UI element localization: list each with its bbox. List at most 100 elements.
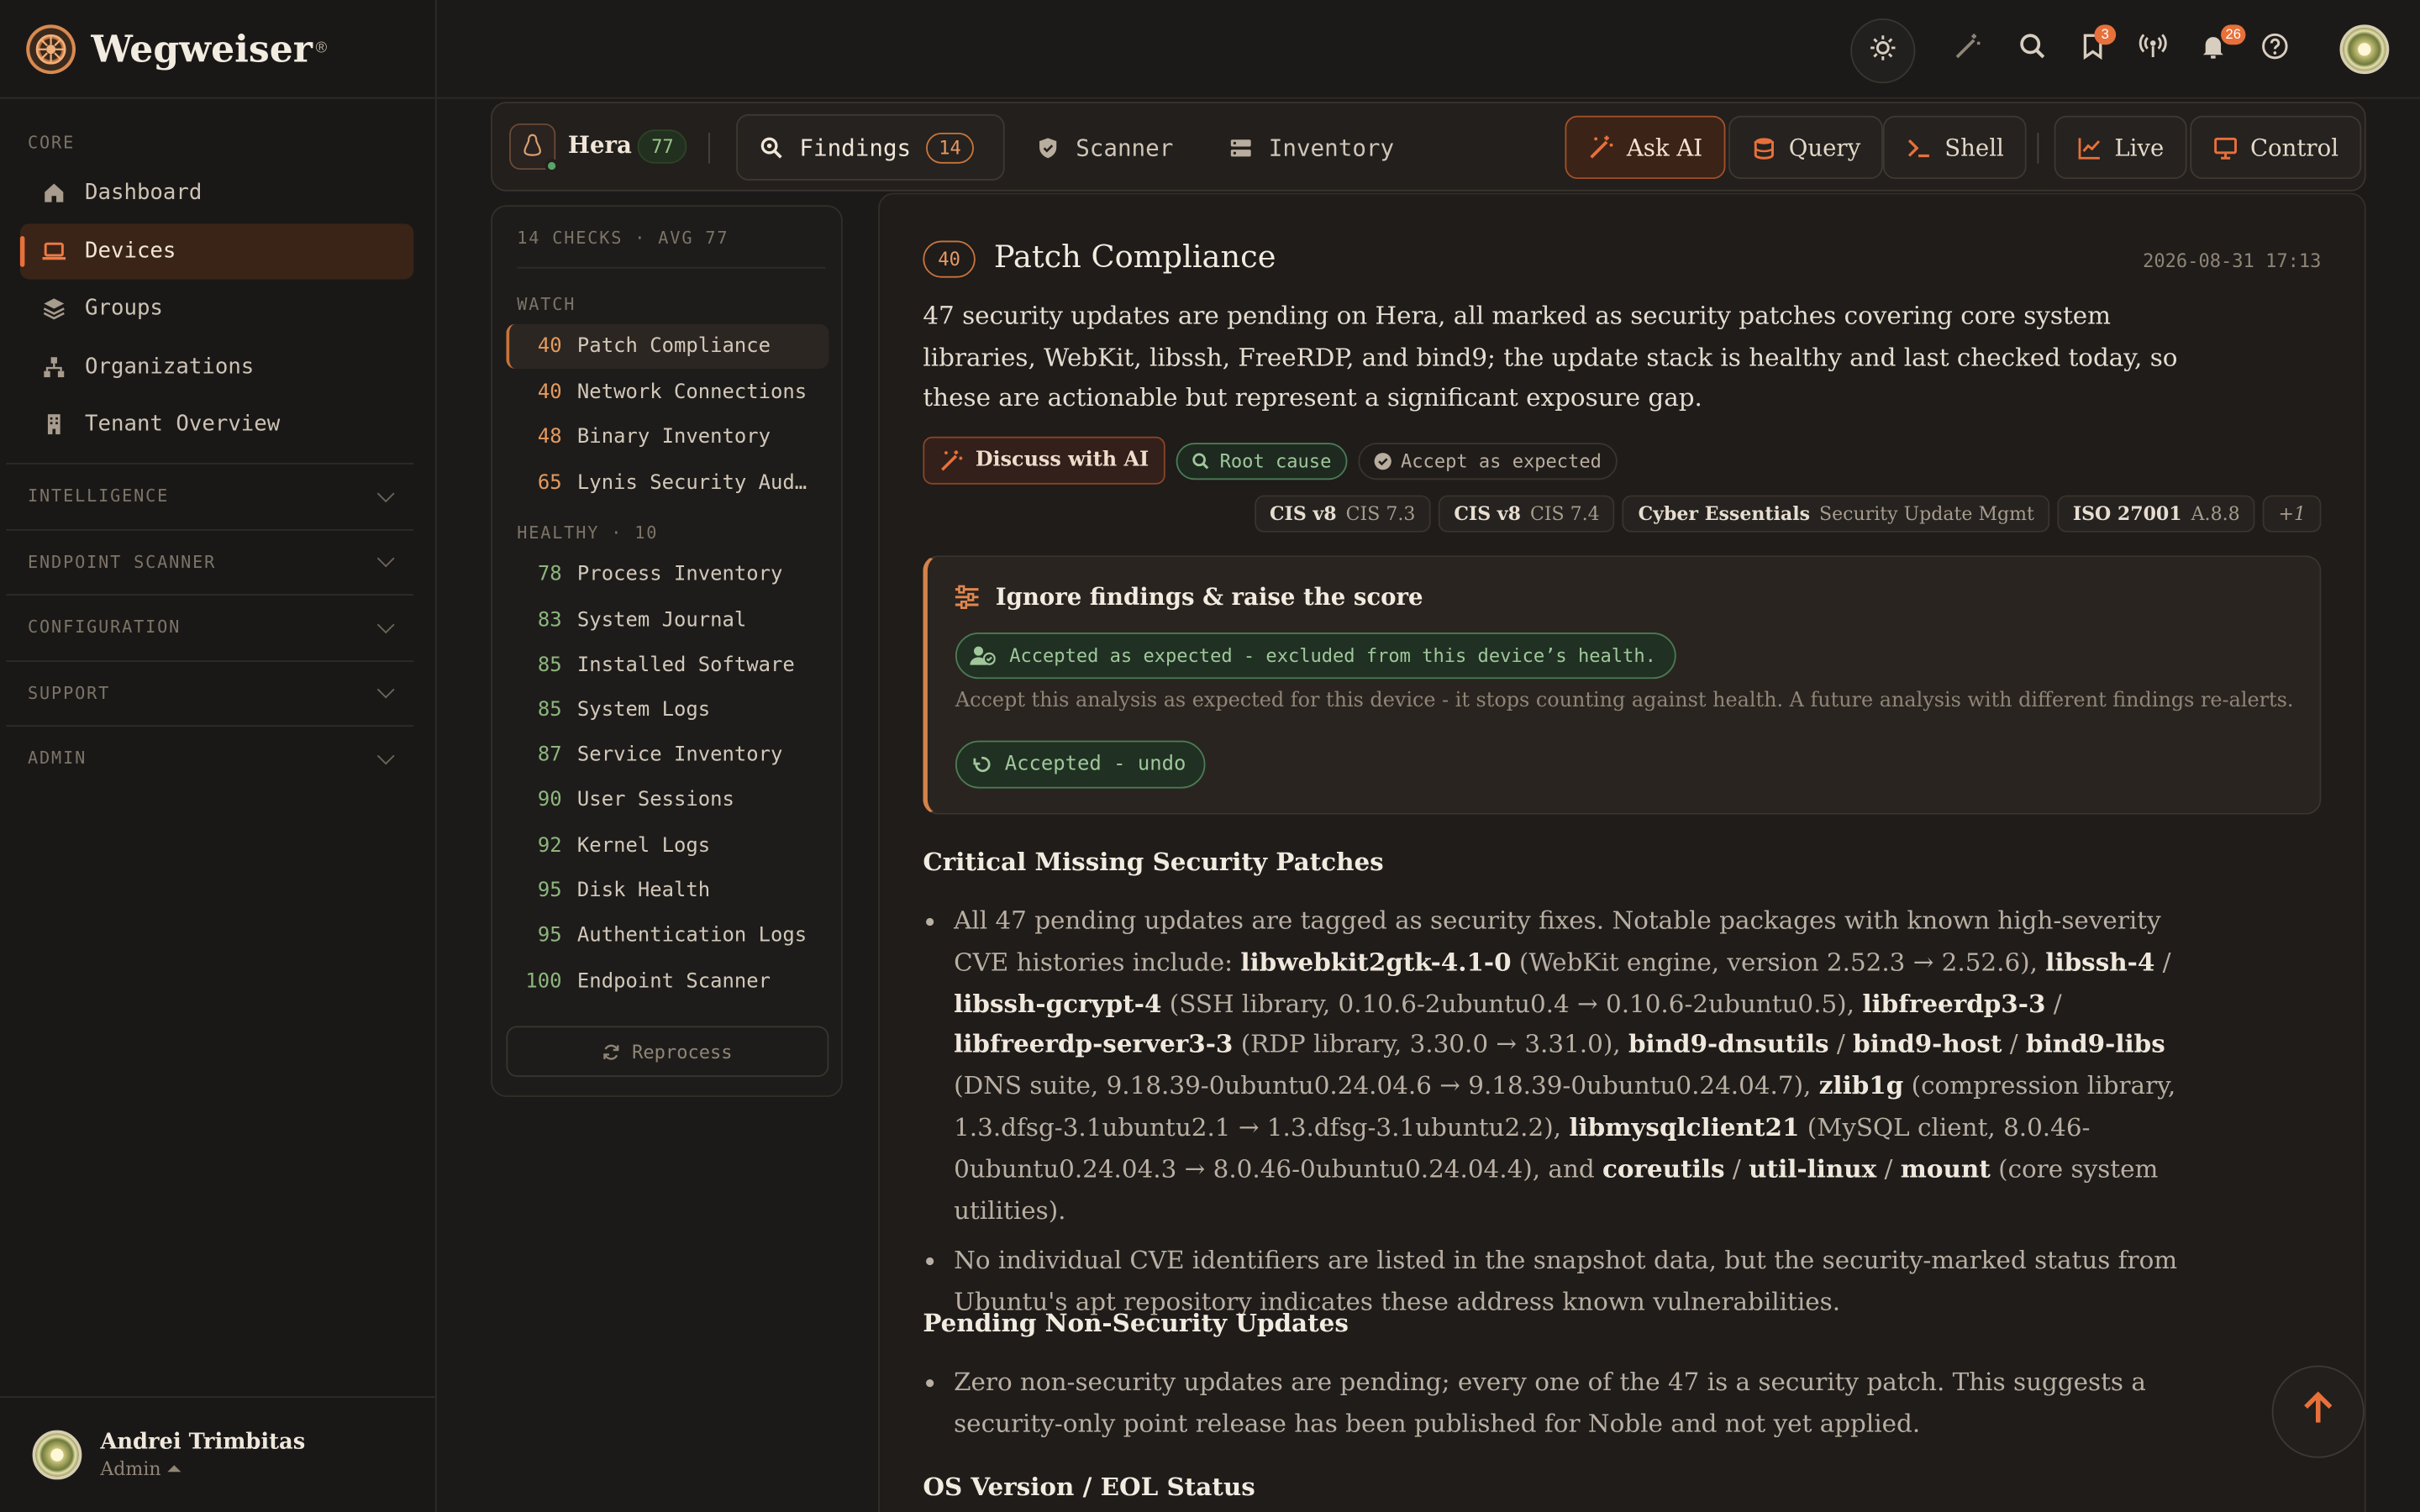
check-score: 40	[537, 334, 562, 359]
check-item-binary-inventory[interactable]: 48 Binary Inventory	[506, 415, 829, 459]
finding-summary: 47 security updates are pending on Hera,…	[923, 301, 2178, 412]
tag-control: +1	[2278, 502, 2307, 525]
check-score: 85	[537, 699, 562, 722]
reprocess-button[interactable]: Reprocess	[506, 1026, 829, 1078]
check-score: 100	[525, 969, 562, 993]
section-heading-critical: Critical Missing Security Patches	[923, 847, 1384, 877]
tab-scanner[interactable]: Scanner	[1014, 114, 1195, 181]
more-tags-button[interactable]: +1	[2263, 495, 2322, 533]
check-item-authentication-logs[interactable]: 95 Authentication Logs	[506, 913, 829, 958]
monitor-icon	[2213, 135, 2238, 160]
package-name: util-linux	[1749, 1153, 1877, 1184]
live-button[interactable]: Live	[2054, 115, 2187, 180]
check-item-patch-compliance[interactable]: 40 Patch Compliance	[506, 323, 829, 369]
tag-control: CIS 7.3	[1345, 502, 1416, 525]
nav-list: Dashboard Devices Groups Organizations T…	[19, 165, 414, 454]
chevron-down-icon	[376, 616, 395, 633]
check-item-system-journal[interactable]: 83 System Journal	[506, 598, 829, 643]
check-item-lynis-audit[interactable]: 65 Lynis Security Aud…	[506, 460, 829, 505]
brand[interactable]: Wegweiser ®	[0, 0, 435, 99]
check-item-user-sessions[interactable]: 90 User Sessions	[506, 778, 829, 822]
tag-control: Security Update Mgmt	[1819, 502, 2034, 525]
compliance-tag[interactable]: CIS v8 CIS 7.4	[1438, 495, 1616, 533]
section-intelligence[interactable]: INTELLIGENCE	[6, 463, 414, 528]
sidebar-item-label: Devices	[85, 238, 176, 264]
checks-summary: 14 CHECKS · AVG 77	[517, 228, 729, 249]
undo-accept-button[interactable]: Accepted - undo	[955, 740, 1207, 789]
watch-group-label: WATCH	[517, 294, 576, 315]
accept-as-expected-button[interactable]: Accept as expected	[1357, 442, 1618, 480]
user-menu[interactable]: Andrei Trimbitas Admin ⏶	[0, 1396, 435, 1512]
device-health-score: 77	[637, 129, 688, 164]
finding-detail-panel: 40 Patch Compliance 2026-08-31 17:13 47 …	[878, 192, 2366, 1512]
sidebar-item-label: Dashboard	[85, 180, 203, 206]
ask-ai-button[interactable]: Ask AI	[1565, 115, 1726, 180]
sidebar-item-tenant-overview[interactable]: Tenant Overview	[20, 396, 413, 452]
help-button[interactable]	[2252, 26, 2298, 72]
check-item-disk-health[interactable]: 95 Disk Health	[506, 869, 829, 913]
check-item-kernel-logs[interactable]: 92 Kernel Logs	[506, 823, 829, 868]
check-item-installed-software[interactable]: 85 Installed Software	[506, 643, 829, 688]
compliance-tag[interactable]: CIS v8 CIS 7.3	[1254, 495, 1431, 533]
user-name: Andrei Trimbitas	[100, 1429, 306, 1455]
bullet-text: /	[1828, 1029, 1854, 1059]
broadcast-icon	[2138, 30, 2169, 69]
sidebar-item-groups[interactable]: Groups	[20, 281, 413, 336]
ignore-findings-box: Ignore findings & raise the score Accept…	[923, 555, 2322, 815]
compliance-tag[interactable]: ISO 27001 A.8.8	[2057, 495, 2256, 533]
action-label: Control	[2249, 133, 2339, 161]
device-os-badge[interactable]	[509, 123, 559, 173]
broadcast-button[interactable]	[2130, 26, 2176, 72]
accepted-status-pill: Accepted as expected - excluded from thi…	[955, 633, 1676, 680]
check-name: Lynis Security Aud…	[576, 471, 808, 495]
laptop-icon	[42, 239, 66, 263]
package-name: libssh-gcrypt-4	[954, 988, 1162, 1018]
search-button[interactable]	[2009, 26, 2055, 72]
section-endpoint-scanner[interactable]: ENDPOINT SCANNER	[6, 528, 414, 594]
user-avatar-button[interactable]	[2339, 24, 2390, 75]
tab-findings[interactable]: Findings 14	[736, 113, 1005, 181]
theme-toggle-button[interactable]	[1850, 18, 1916, 84]
notifications-button[interactable]: 26	[2190, 24, 2246, 72]
tab-inventory[interactable]: Inventory	[1207, 114, 1415, 181]
package-name: libfreerdp3-3	[1862, 988, 2046, 1018]
check-item-system-logs[interactable]: 85 System Logs	[506, 688, 829, 732]
check-item-service-inventory[interactable]: 87 Service Inventory	[506, 732, 829, 777]
tag-standard: CIS v8	[1270, 502, 1337, 525]
action-label: Query	[1788, 133, 1861, 161]
sidebar-item-devices[interactable]: Devices	[19, 223, 414, 279]
shell-button[interactable]: Shell	[1882, 115, 2028, 180]
discuss-with-ai-button[interactable]: Discuss with AI	[923, 436, 1166, 485]
query-button[interactable]: Query	[1728, 115, 1884, 180]
compliance-tag[interactable]: Cyber Essentials Security Update Mgmt	[1623, 495, 2050, 533]
sidebar-item-dashboard[interactable]: Dashboard	[20, 165, 413, 221]
chevron-down-icon	[376, 681, 395, 699]
section-support[interactable]: SUPPORT	[6, 659, 414, 725]
ignore-title: Ignore findings & raise the score	[954, 583, 1423, 611]
scroll-to-top-button[interactable]	[2271, 1365, 2365, 1458]
section-label: CONFIGURATION	[28, 617, 182, 638]
sidebar-item-organizations[interactable]: Organizations	[20, 339, 413, 394]
check-item-endpoint-scanner[interactable]: 100 Endpoint Scanner	[506, 959, 829, 1004]
finding-actions: Discuss with AI Root cause Accept as exp…	[923, 436, 1618, 485]
undo-label: Accepted - undo	[1004, 753, 1186, 776]
package-name: bind9-host	[1853, 1029, 2002, 1059]
refresh-icon	[602, 1042, 621, 1061]
check-name: Process Inventory	[576, 563, 783, 586]
list-item: All 47 pending updates are tagged as sec…	[923, 901, 2201, 1232]
finding-timestamp: 2026-08-31 17:13	[2143, 249, 2322, 272]
magic-wand-icon	[1952, 30, 1983, 69]
terminal-icon	[1906, 135, 1932, 160]
user-check-icon	[969, 645, 996, 667]
section-label: INTELLIGENCE	[28, 486, 170, 507]
section-configuration[interactable]: CONFIGURATION	[6, 594, 414, 659]
control-button[interactable]: Control	[2190, 115, 2362, 180]
check-item-network-connections[interactable]: 40 Network Connections	[506, 370, 829, 414]
ai-tools-button[interactable]	[1944, 26, 1991, 72]
root-cause-button[interactable]: Root cause	[1176, 442, 1347, 480]
bullet-text: /	[2154, 947, 2171, 977]
section-admin[interactable]: ADMIN	[6, 725, 414, 790]
package-name: zlib1g	[1818, 1071, 1904, 1100]
check-item-process-inventory[interactable]: 78 Process Inventory	[506, 553, 829, 597]
bookmarks-button[interactable]: 3	[2070, 24, 2117, 72]
